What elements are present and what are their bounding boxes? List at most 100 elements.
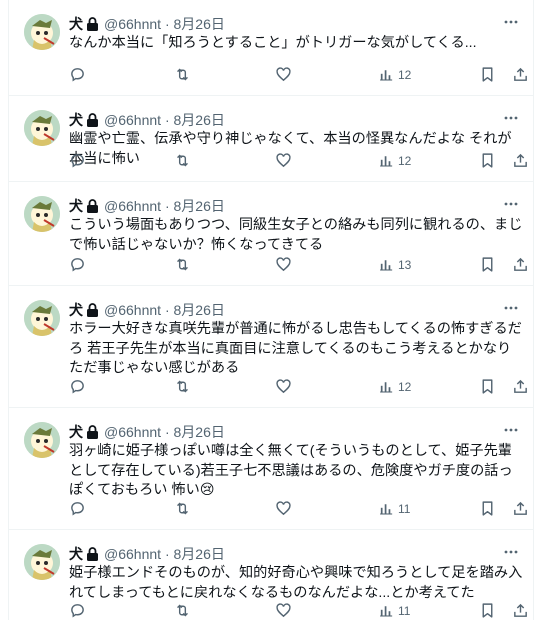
views-icon xyxy=(378,378,395,395)
tweet[interactable]: 犬 @66hnnt · 8月26日 ホラー大好きな真咲先輩が普通に怖がるし忠告もし… xyxy=(9,286,533,408)
author-name[interactable]: 犬 xyxy=(69,16,83,32)
tweet-header: 犬 @66hnnt · 8月26日 xyxy=(69,300,519,320)
share-icon[interactable] xyxy=(512,378,529,398)
bookmark-icon[interactable] xyxy=(479,500,496,520)
author-handle[interactable]: @66hnnt xyxy=(104,112,161,128)
avatar[interactable] xyxy=(24,544,60,580)
more-icon[interactable] xyxy=(501,544,521,564)
author-name[interactable]: 犬 xyxy=(69,302,83,318)
separator-dot: · xyxy=(164,302,170,318)
avatar[interactable] xyxy=(24,422,60,458)
more-icon[interactable] xyxy=(501,110,521,130)
tweet-text: こういう場面もありつつ、同級生女子との絡みも同列に観れるの、まじで怖い話じゃない… xyxy=(69,217,523,253)
author-name[interactable]: 犬 xyxy=(69,424,83,440)
tweet-date[interactable]: 8月26日 xyxy=(174,198,225,214)
tweet-text: ホラー大好きな真咲先輩が普通に怖がるし忠告もしてくるの怖すぎるだろ 若王子先生が… xyxy=(69,321,522,376)
avatar[interactable] xyxy=(24,196,60,232)
views-button[interactable]: 11 xyxy=(378,602,410,620)
views-count: 11 xyxy=(398,502,411,516)
author-handle[interactable]: @66hnnt xyxy=(104,198,161,214)
timeline-feed: 犬 @66hnnt · 8月26日 なんか本当に「知ろうとすること」がトリガーな気… xyxy=(8,0,534,620)
tweet-actions: 12 xyxy=(69,66,529,86)
tweet-date[interactable]: 8月26日 xyxy=(174,112,225,128)
tweet[interactable]: 犬 @66hnnt · 8月26日 こういう場面もありつつ、同級生女子との絡みも同… xyxy=(9,182,533,286)
like-icon[interactable] xyxy=(275,500,292,520)
reply-icon[interactable] xyxy=(69,378,86,398)
reply-icon[interactable] xyxy=(69,152,86,172)
lock-icon xyxy=(86,546,99,566)
separator-dot: · xyxy=(164,198,170,214)
retweet-icon[interactable] xyxy=(174,152,191,172)
retweet-icon[interactable] xyxy=(174,256,191,276)
author-handle[interactable]: @66hnnt xyxy=(104,16,161,32)
author-name[interactable]: 犬 xyxy=(69,546,83,562)
tweet-text: 羽ヶ崎に姫子様っぽい噂は全く無くて(そういうものとして、姫子先輩として存在してい… xyxy=(69,443,513,498)
views-button[interactable]: 12 xyxy=(378,152,411,172)
avatar[interactable] xyxy=(24,300,60,336)
views-count: 12 xyxy=(398,68,412,82)
bookmark-icon[interactable] xyxy=(479,256,496,276)
author-handle[interactable]: @66hnnt xyxy=(104,424,161,440)
retweet-icon[interactable] xyxy=(174,602,191,620)
views-button[interactable]: 13 xyxy=(378,256,411,276)
retweet-icon[interactable] xyxy=(174,378,191,398)
tweet-text: なんか本当に「知ろうとすること」がトリガーな気がしてくる... xyxy=(69,35,477,51)
tweet[interactable]: 犬 @66hnnt · 8月26日 姫子様エンドそのものが、知的好奇心や興味で知ろ… xyxy=(9,530,533,620)
separator-dot: · xyxy=(164,112,170,128)
separator-dot: · xyxy=(164,546,170,562)
views-button[interactable]: 12 xyxy=(378,66,411,86)
more-icon[interactable] xyxy=(501,300,521,320)
author-name[interactable]: 犬 xyxy=(69,198,83,214)
avatar[interactable] xyxy=(24,110,60,146)
author-name[interactable]: 犬 xyxy=(69,112,83,128)
retweet-icon[interactable] xyxy=(174,500,191,520)
share-icon[interactable] xyxy=(512,66,529,86)
share-icon[interactable] xyxy=(512,602,529,620)
views-count: 12 xyxy=(398,380,412,394)
share-icon[interactable] xyxy=(512,500,529,520)
lock-icon xyxy=(86,302,99,322)
tweet-actions: 13 xyxy=(69,256,529,276)
like-icon[interactable] xyxy=(275,66,292,86)
reply-icon[interactable] xyxy=(69,500,86,520)
like-icon[interactable] xyxy=(275,256,292,276)
lock-icon xyxy=(86,112,99,132)
tweet-date[interactable]: 8月26日 xyxy=(174,302,225,318)
tweet-date[interactable]: 8月26日 xyxy=(174,424,225,440)
views-button[interactable]: 12 xyxy=(378,378,411,398)
bookmark-icon[interactable] xyxy=(479,152,496,172)
tweet-actions: 12 xyxy=(69,378,529,398)
reply-icon[interactable] xyxy=(69,66,86,86)
views-button[interactable]: 11 xyxy=(378,500,410,520)
tweet-date[interactable]: 8月26日 xyxy=(174,546,225,562)
tweet[interactable]: 犬 @66hnnt · 8月26日 羽ヶ崎に姫子様っぽい噂は全く無くて(そういうも… xyxy=(9,408,533,530)
bookmark-icon[interactable] xyxy=(479,378,496,398)
like-icon[interactable] xyxy=(275,378,292,398)
like-icon[interactable] xyxy=(275,602,292,620)
tweet-date[interactable]: 8月26日 xyxy=(174,16,225,32)
author-handle[interactable]: @66hnnt xyxy=(104,302,161,318)
more-icon[interactable] xyxy=(501,422,521,442)
like-icon[interactable] xyxy=(275,152,292,172)
author-handle[interactable]: @66hnnt xyxy=(104,546,161,562)
separator-dot: · xyxy=(164,424,170,440)
reply-icon[interactable] xyxy=(69,256,86,276)
retweet-icon[interactable] xyxy=(174,66,191,86)
bookmark-icon[interactable] xyxy=(479,66,496,86)
lock-icon xyxy=(86,424,99,444)
tweet-header: 犬 @66hnnt · 8月26日 xyxy=(69,196,519,216)
views-icon xyxy=(378,602,395,619)
tweet-header: 犬 @66hnnt · 8月26日 xyxy=(69,422,519,442)
separator-dot: · xyxy=(164,16,170,32)
tweet[interactable]: 犬 @66hnnt · 8月26日 幽霊や亡霊、伝承や守り神じゃなくて、本当の怪異… xyxy=(9,96,533,182)
tweet[interactable]: 犬 @66hnnt · 8月26日 なんか本当に「知ろうとすること」がトリガーな気… xyxy=(9,0,533,96)
share-icon[interactable] xyxy=(512,152,529,172)
reply-icon[interactable] xyxy=(69,602,86,620)
bookmark-icon[interactable] xyxy=(479,602,496,620)
share-icon[interactable] xyxy=(512,256,529,276)
views-count: 12 xyxy=(398,154,412,168)
avatar[interactable] xyxy=(24,14,60,50)
tweet-actions: 12 xyxy=(69,152,529,172)
more-icon[interactable] xyxy=(501,14,521,34)
more-icon[interactable] xyxy=(501,196,521,216)
